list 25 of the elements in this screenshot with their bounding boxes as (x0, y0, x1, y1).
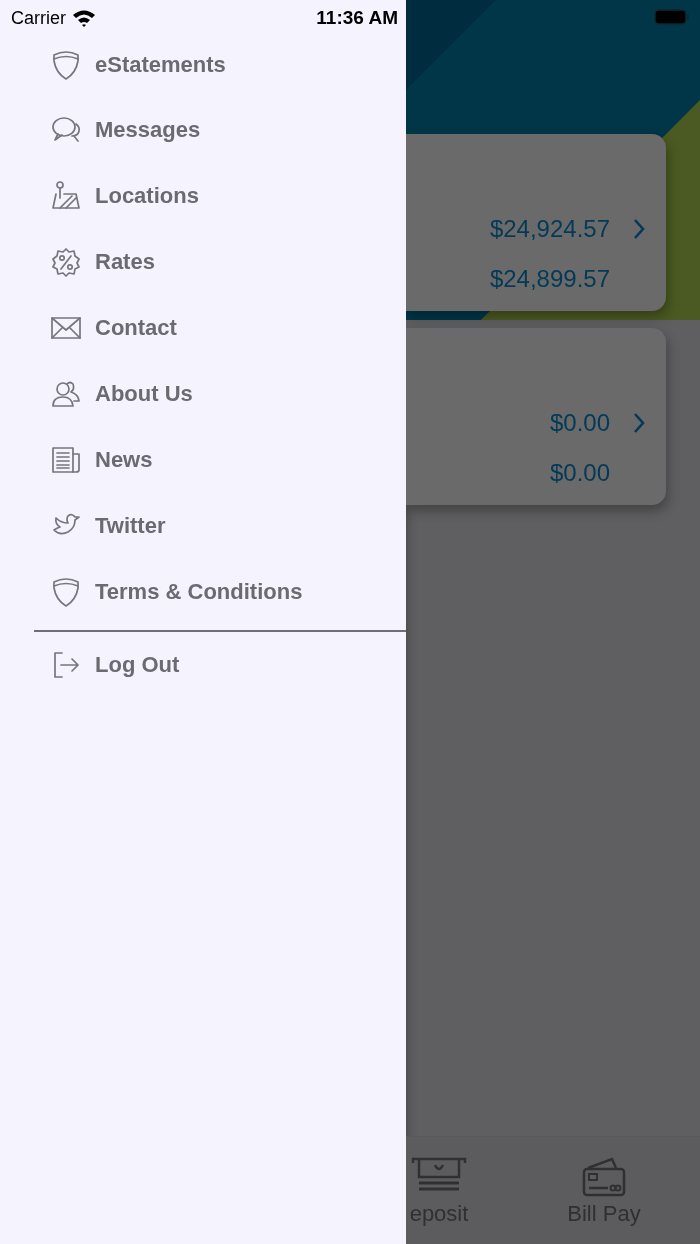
percent-badge-icon (50, 246, 82, 278)
balance-amount: $24,924.57 (489, 215, 610, 243)
menu-item[interactable]: News (0, 427, 406, 493)
clock-time: 11:36 AM (316, 7, 398, 29)
menu-item[interactable]: About Us (0, 361, 406, 427)
menu-item[interactable]: eStatements (0, 33, 406, 97)
shield-icon (50, 576, 82, 608)
carrier-label: Carrier (11, 7, 66, 29)
balance-amount: $0.00 (549, 409, 610, 437)
battery-icon (654, 9, 690, 25)
chevron-right-icon (632, 218, 646, 240)
menu-item[interactable]: Terms & Conditions (0, 559, 406, 625)
menu-item[interactable]: Locations (0, 163, 406, 229)
menu-item[interactable]: Messages (0, 97, 406, 163)
menu-item[interactable]: Rates (0, 229, 406, 295)
available-amount: $24,899.57 (489, 265, 610, 293)
wifi-icon (72, 9, 96, 27)
available-amount: $0.00 (549, 459, 610, 487)
menu-item[interactable]: Twitter (0, 493, 406, 559)
newspaper-icon (50, 444, 82, 476)
shield-icon (50, 49, 82, 81)
chevron-right-icon (632, 412, 646, 434)
menu-item[interactable]: Contact (0, 295, 406, 361)
map-pin-icon (50, 180, 82, 212)
log-out-item[interactable]: Log Out (0, 632, 406, 698)
